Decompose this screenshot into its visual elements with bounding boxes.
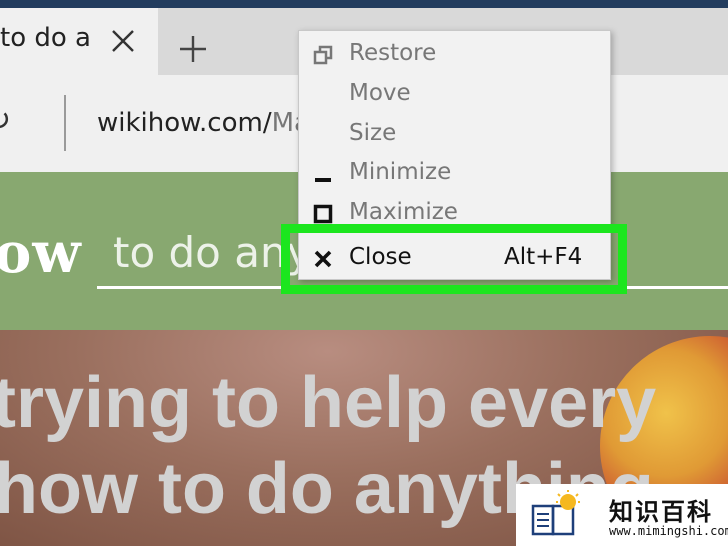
- tab-close-icon[interactable]: [110, 28, 136, 54]
- menu-item-label: Minimize: [349, 159, 452, 185]
- tab-title: to do ar: [0, 23, 92, 53]
- book-bulb-icon: [531, 490, 580, 536]
- close-icon: [314, 250, 332, 268]
- menu-item-label: Restore: [349, 40, 437, 66]
- menu-item-restore[interactable]: Restore: [299, 36, 610, 72]
- url-text: wikihow.com/: [97, 108, 272, 138]
- menu-item-size[interactable]: Size: [299, 116, 610, 152]
- menu-item-label: Move: [349, 80, 411, 106]
- watermark-url: www.mimingshi.com: [609, 524, 728, 538]
- address-input[interactable]: wikihow.com/Ma: [97, 108, 310, 138]
- new-tab-icon[interactable]: [176, 32, 210, 66]
- hero-headline-line1: trying to help every: [0, 363, 657, 443]
- menu-item-maximize[interactable]: Maximize: [299, 195, 610, 231]
- menu-item-label: Close: [349, 244, 412, 270]
- maximize-icon: [313, 204, 333, 224]
- menu-item-minimize[interactable]: Minimize: [299, 155, 610, 191]
- menu-item-shortcut: Alt+F4: [504, 244, 583, 270]
- minimize-icon: [315, 178, 331, 182]
- menu-item-move[interactable]: Move: [299, 76, 610, 112]
- refresh-icon[interactable]: ↻: [0, 103, 11, 138]
- menu-item-close[interactable]: Close Alt+F4: [299, 240, 610, 276]
- site-search-placeholder: to do any: [113, 228, 312, 277]
- menu-item-label: Size: [349, 120, 397, 146]
- window-title-strip: [0, 0, 728, 8]
- watermark: 知识百科 www.mimingshi.com: [516, 484, 728, 546]
- menu-item-label: Maximize: [349, 199, 458, 225]
- site-logo[interactable]: ow: [0, 220, 82, 286]
- restore-icon: [313, 45, 333, 65]
- browser-tab[interactable]: to do ar: [0, 8, 158, 75]
- toolbar-divider: [64, 95, 66, 151]
- window-system-menu: Restore Move Size Minimize Maximize Clos…: [298, 30, 611, 280]
- watermark-title: 知识百科: [609, 498, 713, 526]
